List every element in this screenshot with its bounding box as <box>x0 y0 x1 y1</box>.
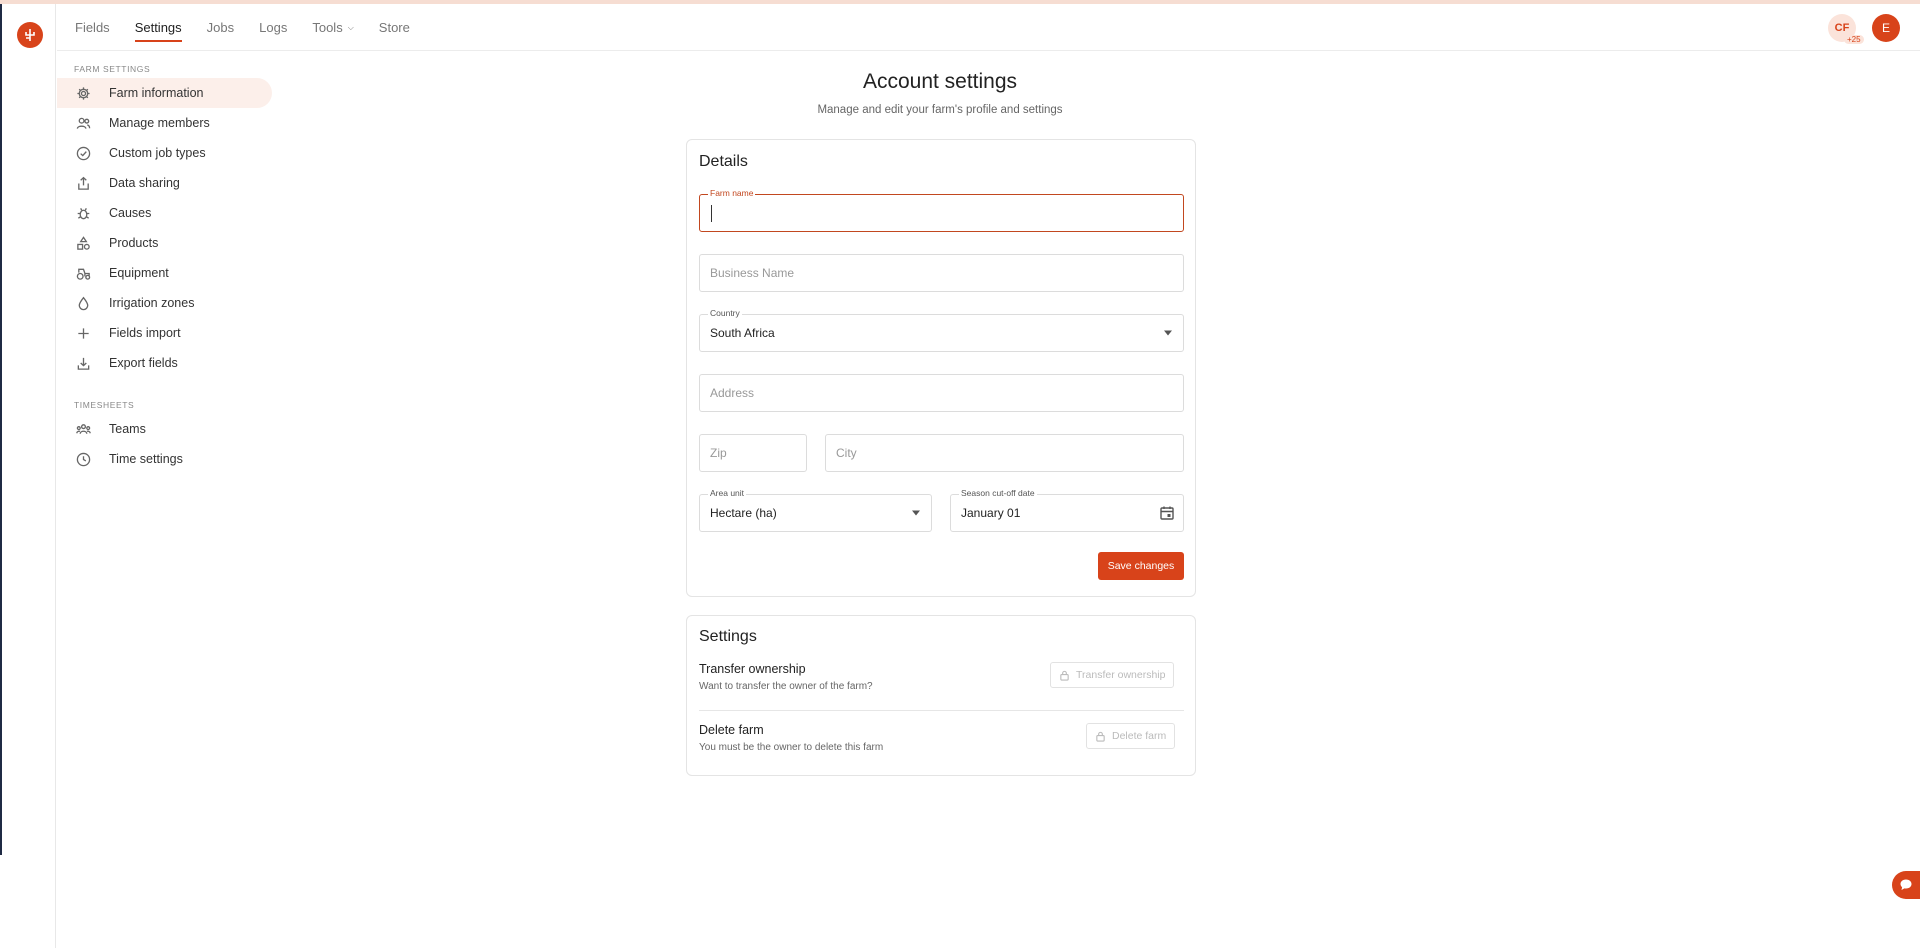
gear-icon <box>75 85 91 101</box>
page-title: Account settings <box>862 70 1018 93</box>
sidebar-item-label: Export fields <box>109 356 178 370</box>
clock-icon <box>75 451 91 467</box>
sidebar-item-products[interactable]: Products <box>57 228 272 258</box>
drop-icon <box>75 295 91 311</box>
details-card: Details Farm name Country South Africa A… <box>686 139 1196 597</box>
settings-sidebar: FARM SETTINGS Farm information Manage me… <box>57 52 277 474</box>
sidebar-item-label: Data sharing <box>109 176 180 190</box>
sidebar-item-label: Products <box>109 236 159 250</box>
sidebar-item-time-settings[interactable]: Time settings <box>57 444 272 474</box>
products-icon <box>75 235 91 251</box>
business-name-input[interactable] <box>700 255 1183 291</box>
check-circle-icon <box>75 145 91 161</box>
country-select[interactable]: Country South Africa <box>699 308 1184 352</box>
sidebar-item-equipment[interactable]: Equipment <box>57 258 272 288</box>
sidebar-item-label: Teams <box>109 422 146 436</box>
sidebar-item-label: Fields import <box>109 326 181 340</box>
transfer-ownership-title: Transfer ownership <box>699 662 806 676</box>
bug-icon <box>75 205 91 221</box>
sidebar-item-label: Equipment <box>109 266 169 280</box>
transfer-ownership-subtitle: Want to transfer the owner of the farm? <box>699 681 873 692</box>
transfer-ownership-button[interactable]: Transfer ownership <box>1050 662 1175 688</box>
city-field[interactable] <box>825 434 1184 472</box>
details-title: Details <box>699 153 748 170</box>
nav-jobs[interactable]: Jobs <box>207 4 234 51</box>
nav-fields[interactable]: Fields <box>75 4 110 51</box>
members-count-badge: +25 <box>1844 35 1864 44</box>
nav-logs[interactable]: Logs <box>259 4 287 51</box>
season-cutoff-value: January 01 <box>961 506 1021 520</box>
sidebar-item-label: Manage members <box>109 116 210 130</box>
settings-card: Settings Transfer ownership Want to tran… <box>686 615 1196 776</box>
sidebar-item-irrigation-zones[interactable]: Irrigation zones <box>57 288 272 318</box>
app-logo-icon[interactable] <box>17 22 43 48</box>
sidebar-item-fields-import[interactable]: Fields import <box>57 318 272 348</box>
app-rail <box>2 4 56 948</box>
timesheets-section-label: TIMESHEETS <box>74 400 135 410</box>
share-icon <box>75 175 91 191</box>
season-cutoff-field[interactable]: Season cut-off date January 01 <box>950 488 1184 532</box>
page-subtitle: Manage and edit your farm's profile and … <box>817 104 1063 116</box>
sidebar-item-label: Irrigation zones <box>109 296 195 310</box>
sidebar-item-causes[interactable]: Causes <box>57 198 272 228</box>
delete-farm-label: Delete farm <box>1112 730 1167 742</box>
address-field[interactable] <box>699 374 1184 412</box>
tractor-icon <box>75 265 91 281</box>
user-avatar[interactable]: E <box>1872 14 1900 42</box>
address-input[interactable] <box>700 375 1183 411</box>
users-icon <box>75 115 91 131</box>
settings-title: Settings <box>699 628 757 645</box>
top-header: Fields Settings Jobs Logs Tools ⌵ Store C… <box>57 4 1920 51</box>
area-unit-value: Hectare (ha) <box>710 506 777 520</box>
sidebar-item-farm-information[interactable]: Farm information <box>57 78 272 108</box>
chat-bubble-icon <box>1900 879 1912 890</box>
delete-farm-title: Delete farm <box>699 723 764 737</box>
transfer-ownership-label: Transfer ownership <box>1076 669 1166 681</box>
area-unit-select[interactable]: Area unit Hectare (ha) <box>699 488 932 532</box>
country-value: South Africa <box>710 326 775 340</box>
sidebar-item-custom-job-types[interactable]: Custom job types <box>57 138 272 168</box>
team-icon <box>75 421 91 437</box>
zip-input[interactable] <box>700 435 806 471</box>
farm-name-label: Farm name <box>708 188 756 198</box>
sidebar-item-label: Custom job types <box>109 146 206 160</box>
nav-settings[interactable]: Settings <box>134 4 182 51</box>
chat-support-button[interactable] <box>1892 871 1920 899</box>
sidebar-item-export-fields[interactable]: Export fields <box>57 348 272 378</box>
business-name-field[interactable] <box>699 254 1184 292</box>
download-icon <box>75 355 91 371</box>
farm-name-input[interactable] <box>700 195 1183 231</box>
nav-store[interactable]: Store <box>379 4 410 51</box>
nav-tools[interactable]: Tools ⌵ <box>312 4 353 51</box>
sidebar-item-data-sharing[interactable]: Data sharing <box>57 168 272 198</box>
sidebar-item-label: Farm information <box>109 86 204 100</box>
delete-farm-subtitle: You must be the owner to delete this far… <box>699 742 884 753</box>
sidebar-item-manage-members[interactable]: Manage members <box>57 108 272 138</box>
sidebar-item-label: Causes <box>109 206 152 220</box>
calendar-icon[interactable] <box>1159 505 1175 521</box>
dropdown-arrow-icon <box>912 510 920 516</box>
zip-field[interactable] <box>699 434 807 472</box>
settings-divider <box>699 710 1184 711</box>
dropdown-arrow-icon <box>1164 330 1172 336</box>
main-nav: Fields Settings Jobs Logs Tools ⌵ Store <box>75 4 435 51</box>
save-changes-button[interactable]: Save changes <box>1098 552 1184 580</box>
delete-farm-button[interactable]: Delete farm <box>1086 723 1176 749</box>
lock-icon <box>1060 670 1069 681</box>
farm-settings-section-label: FARM SETTINGS <box>74 64 151 74</box>
lock-icon <box>1096 731 1105 742</box>
farm-name-field[interactable]: Farm name <box>699 188 1184 232</box>
sidebar-item-teams[interactable]: Teams <box>57 414 272 444</box>
city-input[interactable] <box>826 435 1183 471</box>
text-caret <box>711 205 712 222</box>
sidebar-item-label: Time settings <box>109 452 183 466</box>
plus-icon <box>75 325 91 341</box>
chevron-down-icon: ⌵ <box>347 22 354 32</box>
